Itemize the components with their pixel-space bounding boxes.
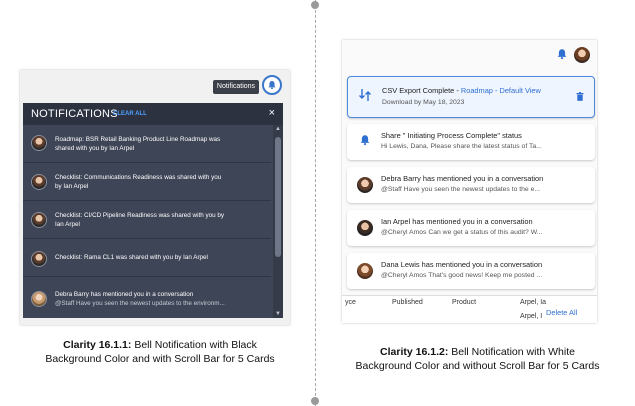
- avatar: [31, 135, 47, 151]
- divider-line: [315, 0, 316, 406]
- notification-text: Checklist: Communications Readiness was …: [55, 174, 222, 181]
- notification-card[interactable]: Checklist: CI/CD Pipeline Readiness was …: [23, 201, 271, 239]
- avatar: [357, 263, 373, 279]
- table-cell: yce: [345, 299, 356, 306]
- notification-title: Debra Barry has mentioned you in a conve…: [381, 174, 544, 183]
- notification-card[interactable]: Checklist: Communications Readiness was …: [23, 163, 271, 201]
- bell-icon: [268, 81, 276, 90]
- notification-subtext: Hi Lewis, Dana, Please share the latest …: [381, 143, 542, 150]
- avatar: [357, 220, 373, 236]
- notification-text: Debra Barry has mentioned you in a conve…: [55, 291, 194, 298]
- scrollbar[interactable]: ▲ ▼: [273, 125, 283, 318]
- notification-title: Ian Arpel has mentioned you in a convers…: [381, 217, 533, 226]
- roadmap-link[interactable]: Roadmap - Default View: [461, 86, 541, 95]
- notification-list: Roadmap: BSR Retail Banking Product Line…: [23, 125, 271, 318]
- table-header: Product: [452, 299, 477, 306]
- caption-text: Background Color and without Scroll Bar …: [355, 360, 600, 372]
- notification-subtext: @Cheryl Amos Can we get a status of this…: [381, 229, 543, 236]
- bell-icon: [360, 135, 370, 146]
- close-icon[interactable]: ×: [269, 107, 275, 119]
- caption-text: Bell Notification with Black: [131, 339, 257, 351]
- panel-header: NOTIFICATIONS CLEAR ALL ×: [23, 103, 283, 125]
- notification-text: Checklist: CI/CD Pipeline Readiness was …: [55, 212, 225, 219]
- avatar: [31, 174, 47, 190]
- caption-text: Background Color and with Scroll Bar for…: [45, 353, 275, 365]
- user-avatar[interactable]: [574, 47, 590, 63]
- notification-card[interactable]: Roadmap: BSR Retail Banking Product Line…: [23, 125, 271, 163]
- avatar: [31, 251, 47, 267]
- divider-bottom-dot: [311, 397, 319, 405]
- notification-subtext: @Staff Have you seen the newest updates …: [381, 186, 541, 193]
- notification-title: CSV Export Complete -: [382, 86, 461, 95]
- scroll-up-icon[interactable]: ▲: [275, 126, 281, 132]
- trash-icon[interactable]: [576, 92, 584, 101]
- notification-text: by Ian Arpel: [55, 183, 89, 190]
- notification-card-export[interactable]: CSV Export Complete - Roadmap - Default …: [347, 76, 595, 118]
- avatar: [357, 177, 373, 193]
- avatar: [31, 212, 47, 228]
- notification-card[interactable]: Debra Barry has mentioned you in a conve…: [347, 167, 595, 203]
- notification-text: Ian Arpel: [55, 221, 80, 228]
- notification-card[interactable]: Share " Initiating Process Complete" sta…: [347, 124, 595, 160]
- notifications-panel-white: CSV Export Complete - Roadmap - Default …: [342, 40, 597, 323]
- notification-title: Share " Initiating Process Complete" sta…: [381, 131, 522, 140]
- bell-button[interactable]: [262, 75, 282, 95]
- scroll-thumb[interactable]: [275, 137, 281, 257]
- clear-all-button[interactable]: CLEAR ALL: [113, 111, 147, 117]
- notification-subtext: Download by May 18, 2023: [382, 99, 465, 106]
- notification-card[interactable]: Ian Arpel has mentioned you in a convers…: [347, 210, 595, 246]
- scroll-down-icon[interactable]: ▼: [275, 311, 281, 317]
- notification-card[interactable]: Checklist: Rama CL1 was shared with you …: [23, 239, 271, 277]
- notification-subtext: @Cheryl Amos That's good news! Keep me p…: [381, 272, 543, 279]
- delete-all-button[interactable]: Delete All: [542, 306, 582, 319]
- notification-text: Roadmap: BSR Retail Banking Product Line…: [55, 136, 221, 143]
- notification-title: Dana Lewis has mentioned you in a conver…: [381, 260, 543, 269]
- notification-subtext: @Staff Have you seen the newest updates …: [55, 300, 225, 307]
- caption-version: Clarity 16.1.1:: [63, 339, 132, 351]
- notification-card[interactable]: Debra Barry has mentioned you in a conve…: [23, 277, 271, 318]
- left-caption: Clarity 16.1.1: Bell Notification with B…: [20, 338, 300, 366]
- download-icon: [359, 89, 371, 101]
- panel-title: NOTIFICATIONS: [31, 108, 118, 120]
- table-cell: Arpel, Ia: [520, 299, 547, 306]
- avatar: [31, 291, 47, 307]
- right-caption: Clarity 16.1.2: Bell Notification with W…: [330, 345, 625, 373]
- caption-version: Clarity 16.1.2:: [380, 346, 449, 358]
- notification-text: shared with you by Ian Arpel: [55, 145, 135, 152]
- divider-top-dot: [311, 1, 319, 9]
- table-header: Published: [392, 299, 423, 306]
- notification-card[interactable]: Dana Lewis has mentioned you in a conver…: [347, 253, 595, 289]
- bell-icon[interactable]: [556, 48, 568, 60]
- caption-text: Bell Notification with White: [448, 346, 575, 358]
- notification-text: Checklist: Rama CL1 was shared with you …: [55, 254, 208, 261]
- notifications-panel-dark: NOTIFICATIONS CLEAR ALL × Roadmap: BSR R…: [23, 103, 283, 318]
- notifications-tooltip: Notifications: [213, 80, 259, 94]
